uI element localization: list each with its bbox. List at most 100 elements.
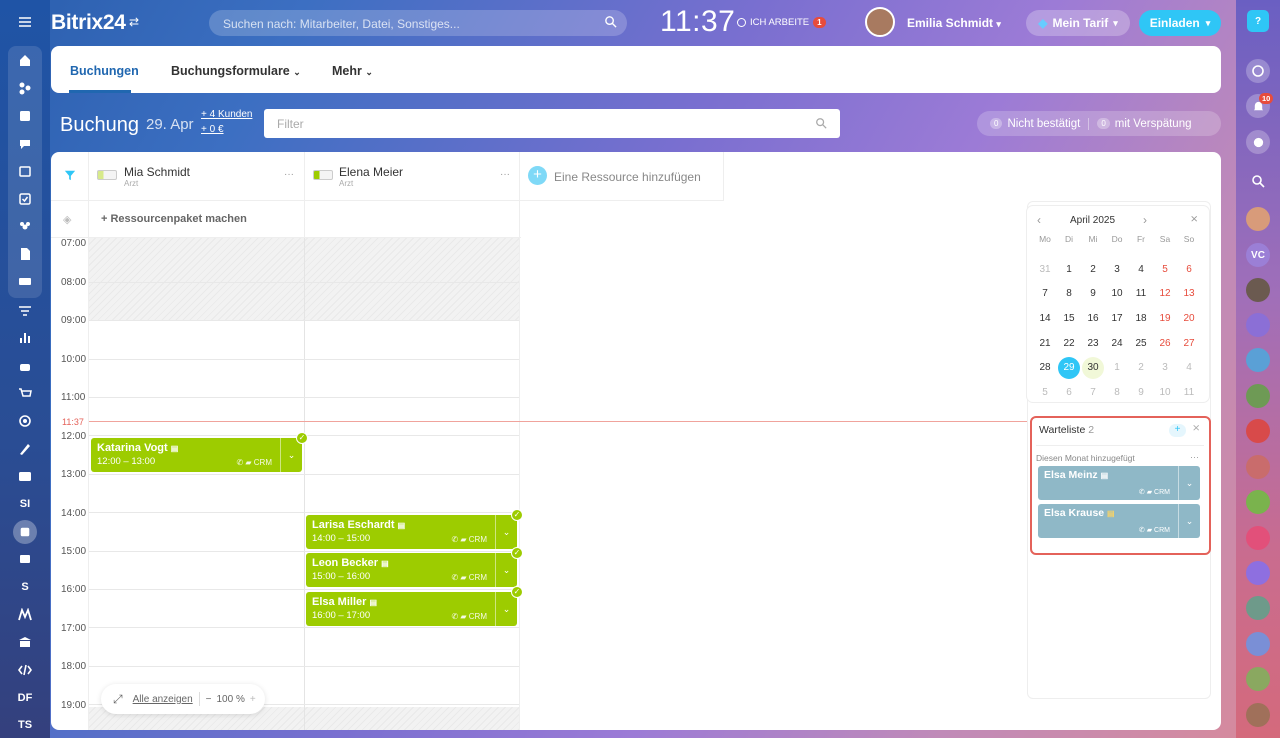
revenue-counter[interactable]: + 0 € bbox=[201, 124, 224, 135]
search-icon[interactable] bbox=[1246, 169, 1270, 193]
clients-counter[interactable]: + 4 Kunden bbox=[201, 109, 252, 120]
users-icon[interactable] bbox=[1246, 632, 1270, 656]
calendar-day[interactable]: 28 bbox=[1033, 355, 1057, 380]
resource-name[interactable]: Mia Schmidt bbox=[124, 165, 190, 179]
chevron-right-icon[interactable]: › bbox=[1143, 213, 1147, 227]
chevron-left-icon[interactable]: ‹ bbox=[1037, 213, 1041, 227]
search-icon[interactable] bbox=[815, 117, 827, 132]
calendar-day[interactable]: 9 bbox=[1129, 380, 1153, 405]
not-confirmed-label[interactable]: Nicht bestätigt bbox=[1007, 118, 1080, 130]
calendar-day[interactable]: 4 bbox=[1129, 257, 1153, 282]
document-icon[interactable] bbox=[0, 241, 50, 267]
calendar-day[interactable]: 24 bbox=[1105, 331, 1129, 356]
late-label[interactable]: mit Verspätung bbox=[1115, 118, 1192, 130]
calendar-day[interactable]: 8 bbox=[1057, 281, 1081, 306]
show-all-button[interactable]: Alle anzeigen bbox=[133, 694, 193, 705]
calendar-day[interactable]: 6 bbox=[1057, 380, 1081, 405]
analytics-icon[interactable] bbox=[0, 325, 50, 351]
work-status[interactable]: ICH ARBEITE 1 bbox=[737, 17, 826, 28]
shop-icon[interactable] bbox=[0, 380, 50, 406]
calendar-day[interactable]: 2 bbox=[1081, 257, 1105, 282]
sidebar-item-si[interactable]: SI bbox=[0, 491, 50, 517]
lock-icon[interactable] bbox=[1246, 490, 1270, 514]
collapse-icon[interactable]: ⨯ bbox=[1192, 423, 1200, 434]
more-icon[interactable]: ··· bbox=[1190, 452, 1199, 462]
filter-input[interactable]: Filter bbox=[264, 109, 840, 138]
chat-icon[interactable] bbox=[0, 131, 50, 157]
resource-name[interactable]: Elena Meier bbox=[339, 165, 403, 179]
user-name[interactable]: Emilia Schmidt ▾ bbox=[907, 16, 1001, 30]
waitlist-item[interactable]: Elsa Krause ▤ ✆ ▰ CRM ⌄ bbox=[1038, 504, 1200, 538]
m-logo-icon[interactable] bbox=[0, 602, 50, 628]
copilot-icon[interactable] bbox=[1246, 59, 1270, 83]
search-icon[interactable] bbox=[604, 15, 617, 31]
event-actions[interactable]: ✆ ▰ CRM bbox=[451, 573, 487, 582]
contact-center-icon[interactable] bbox=[0, 463, 50, 489]
inbox-icon[interactable] bbox=[0, 268, 50, 294]
calendar-day[interactable]: 5 bbox=[1153, 257, 1177, 282]
calendar-day[interactable]: 29 bbox=[1058, 356, 1080, 379]
switch-icon[interactable]: ⇄ bbox=[129, 15, 139, 29]
more-icon[interactable]: ··· bbox=[500, 169, 510, 180]
avatar[interactable] bbox=[1246, 207, 1270, 231]
calendar-day[interactable]: 25 bbox=[1129, 331, 1153, 356]
search-input[interactable]: Suchen nach: Mitarbeiter, Datei, Sonstig… bbox=[209, 10, 627, 36]
calendar-day[interactable]: 10 bbox=[1153, 380, 1177, 405]
chevron-down-icon[interactable]: ⌄ bbox=[1178, 466, 1200, 500]
sidebar-item-ts[interactable]: TS bbox=[0, 712, 50, 738]
booking-icon[interactable] bbox=[0, 519, 50, 545]
calendar-day[interactable]: 8 bbox=[1105, 380, 1129, 405]
lock-icon[interactable] bbox=[1246, 419, 1270, 443]
zoom-out-button[interactable]: − bbox=[206, 694, 212, 705]
help-button[interactable]: ? bbox=[1247, 10, 1269, 32]
sign-icon[interactable] bbox=[0, 436, 50, 462]
checklist-icon[interactable] bbox=[0, 186, 50, 212]
calendar-day[interactable]: 20 bbox=[1177, 306, 1201, 331]
calendar-day[interactable]: 22 bbox=[1057, 331, 1081, 356]
calendar-day[interactable]: 27 bbox=[1177, 331, 1201, 356]
calendar-day[interactable]: 2 bbox=[1129, 355, 1153, 380]
event-actions[interactable]: ✆ ▰ CRM bbox=[236, 458, 272, 467]
collapse-icon[interactable]: ⨯ bbox=[1190, 214, 1198, 225]
calendar-day[interactable]: 18 bbox=[1129, 306, 1153, 331]
calendar-day[interactable]: 17 bbox=[1105, 306, 1129, 331]
code-icon[interactable] bbox=[0, 657, 50, 683]
calendar-day[interactable]: 31 bbox=[1033, 257, 1057, 282]
checkbox-icon[interactable] bbox=[1246, 667, 1270, 691]
booking-event[interactable]: Larisa Eschardt ▤ 14:00 – 15:00 ✆ ▰ CRM … bbox=[306, 509, 523, 549]
calendar-day[interactable]: 21 bbox=[1033, 331, 1057, 356]
avatar-vc[interactable]: VC bbox=[1246, 243, 1270, 267]
chevron-down-icon[interactable]: ⌄ bbox=[1178, 504, 1200, 538]
contact-card-icon[interactable] bbox=[1246, 526, 1270, 550]
calendar-day[interactable]: 1 bbox=[1105, 355, 1129, 380]
user-avatar[interactable] bbox=[865, 7, 895, 37]
avatar[interactable] bbox=[1246, 278, 1270, 302]
calendar-day[interactable]: 14 bbox=[1033, 306, 1057, 331]
calendar-day[interactable]: 11 bbox=[1129, 281, 1153, 306]
filter-funnel-icon[interactable] bbox=[64, 169, 76, 184]
calendar-day[interactable]: 3 bbox=[1105, 257, 1129, 282]
bank-icon[interactable] bbox=[0, 629, 50, 655]
calendar-day[interactable]: 7 bbox=[1033, 281, 1057, 306]
calendar-day[interactable]: 9 bbox=[1081, 281, 1105, 306]
calendar-icon[interactable] bbox=[0, 158, 50, 184]
waitlist-item[interactable]: Elsa Meinz ▤ ✆ ▰ CRM ⌄ bbox=[1038, 466, 1200, 500]
booking-event[interactable]: Katarina Vogt ▤ 12:00 – 13:00 ✆ ▰ CRM ⌄ … bbox=[91, 432, 308, 472]
booking-event[interactable]: Leon Becker ▤ 15:00 – 16:00 ✆ ▰ CRM ⌄ ✓ bbox=[306, 547, 523, 587]
resource-package-button[interactable]: + Ressourcenpaket machen bbox=[101, 213, 247, 225]
calendar-day[interactable]: 3 bbox=[1153, 355, 1177, 380]
calendar-month[interactable]: April 2025 bbox=[1070, 215, 1115, 226]
calendar-day[interactable]: 26 bbox=[1153, 331, 1177, 356]
avatar[interactable] bbox=[1246, 703, 1270, 727]
lock-icon[interactable] bbox=[1246, 384, 1270, 408]
calendar-day[interactable]: 19 bbox=[1153, 306, 1177, 331]
calendar-day[interactable]: 12 bbox=[1153, 281, 1177, 306]
calendar-day[interactable]: 13 bbox=[1177, 281, 1201, 306]
bookmark-icon[interactable] bbox=[1246, 313, 1270, 337]
waitlist-actions[interactable]: ✆ ▰ CRM bbox=[1139, 526, 1170, 534]
calendar-day[interactable]: 30 bbox=[1082, 356, 1104, 379]
tab-more[interactable]: Mehr ⌄ bbox=[332, 64, 373, 78]
calendar-day[interactable]: 1 bbox=[1057, 257, 1081, 282]
more-icon[interactable]: ··· bbox=[284, 169, 294, 180]
calendar-day[interactable]: 15 bbox=[1057, 306, 1081, 331]
